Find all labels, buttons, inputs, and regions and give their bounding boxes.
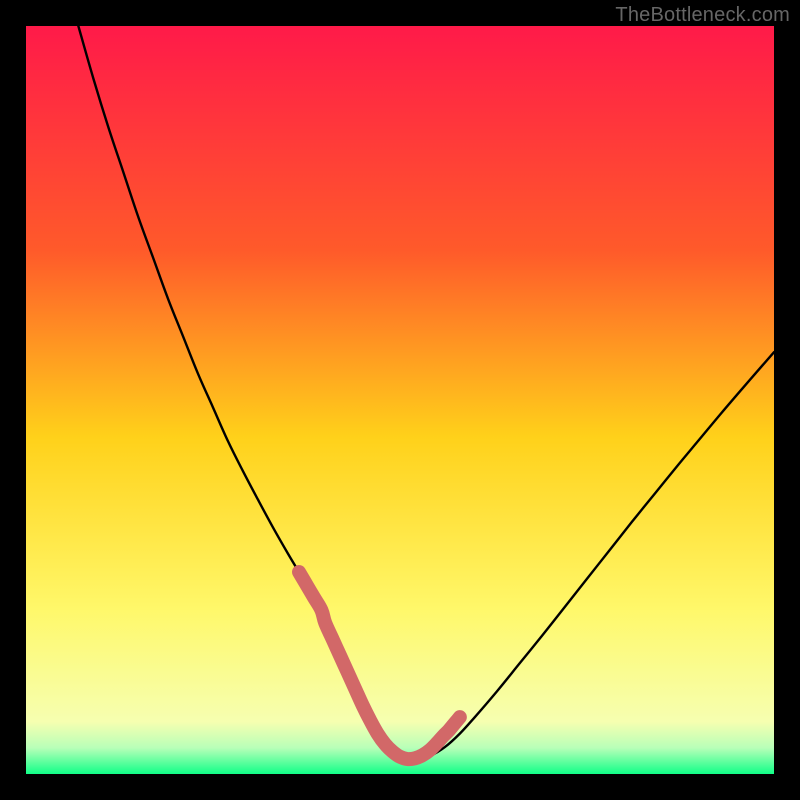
- watermark-text: TheBottleneck.com: [615, 4, 790, 27]
- chart-svg: [26, 26, 774, 774]
- chart-plot-area: [26, 26, 774, 774]
- chart-stage: TheBottleneck.com: [0, 0, 800, 800]
- gradient-background: [26, 26, 774, 774]
